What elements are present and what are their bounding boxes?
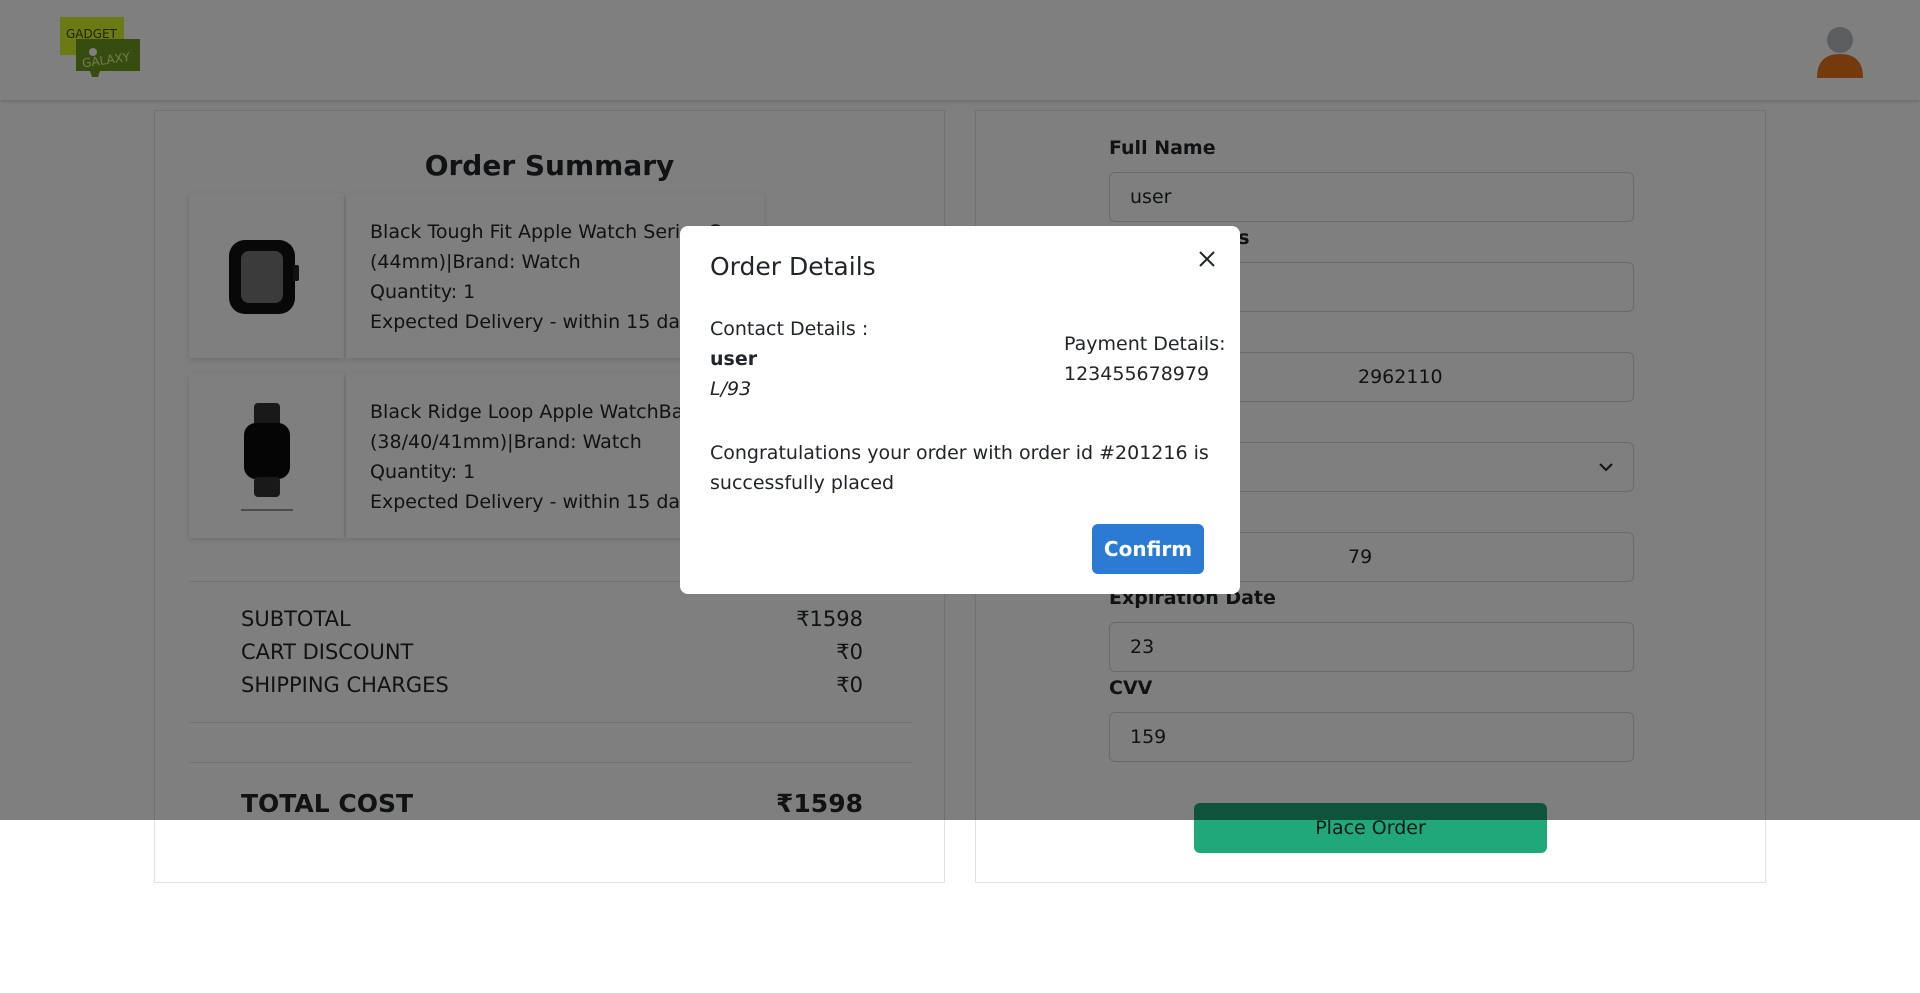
modal-title: Order Details [710,252,876,281]
contact-details-label: Contact Details : [710,318,869,340]
order-details-modal: Order Details Contact Details : user L/9… [680,226,1240,594]
contact-address: L/93 [710,378,752,400]
close-icon [1199,251,1215,267]
contact-name: user [710,348,758,370]
confirm-button[interactable]: Confirm [1092,524,1204,574]
payment-details-value: 123455678979 [1064,363,1210,385]
success-message-line1: Congratulations your order with order id… [710,442,1209,464]
close-button[interactable] [1192,244,1222,274]
success-message: Congratulations your order with order id… [710,438,1210,498]
success-message-line2: successfully placed [710,472,895,494]
payment-details-label: Payment Details: [1064,333,1226,355]
